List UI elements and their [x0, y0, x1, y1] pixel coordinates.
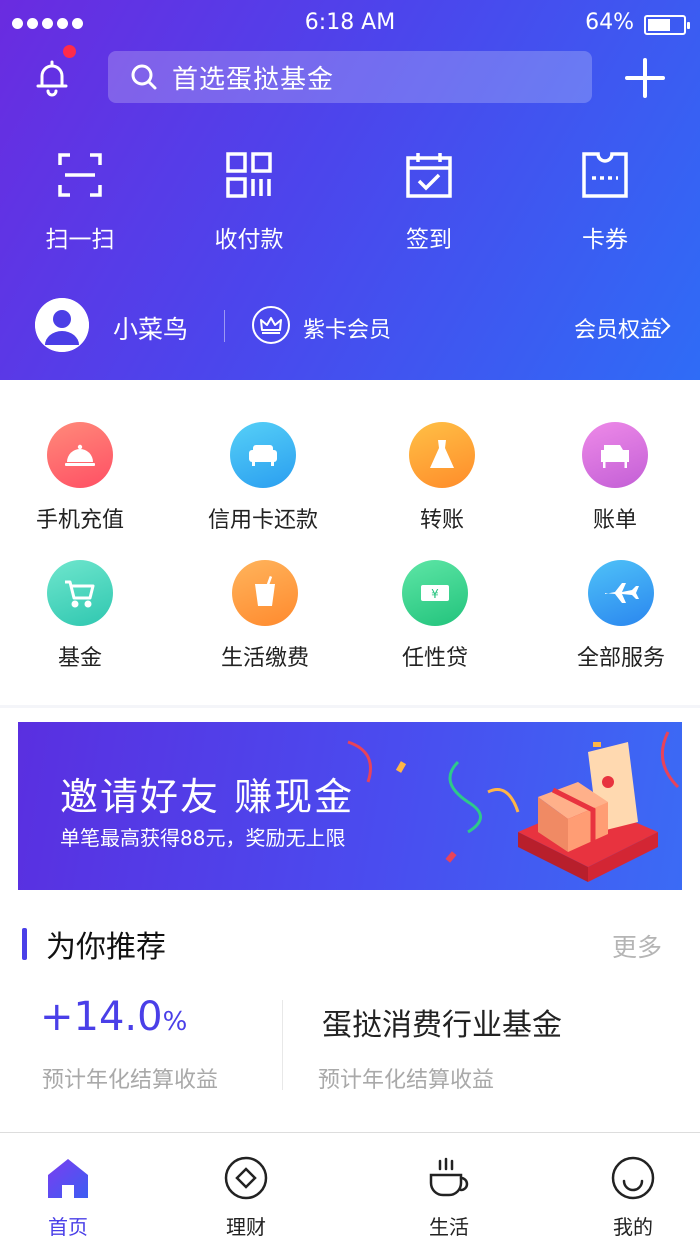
- quick-checkin-label: 签到: [406, 227, 452, 253]
- service-label: 生活缴费: [220, 646, 309, 671]
- service-label: 手机充值: [35, 508, 124, 533]
- search-bar[interactable]: 首选蛋挞基金: [108, 51, 592, 103]
- avatar[interactable]: [35, 298, 89, 352]
- ticket-icon: [582, 152, 628, 198]
- tab-finance[interactable]: 理财: [186, 1155, 306, 1240]
- divider: [224, 310, 225, 342]
- section-title: 为你推荐: [46, 930, 166, 965]
- crown-icon: [252, 306, 290, 344]
- status-bar: 6:18 AM 64%: [0, 0, 700, 48]
- recommend-section: 为你推荐 更多 +14.0% 预计年化结算收益 蛋挞消费行业基金 预计年化结算收…: [0, 908, 700, 1132]
- quick-checkin[interactable]: 签到: [359, 150, 499, 254]
- notification-badge: [63, 45, 76, 58]
- service-label: 任性贷: [401, 646, 468, 671]
- quick-coupon[interactable]: 卡券: [535, 150, 675, 254]
- rate-caption: 预计年化结算收益: [42, 1068, 219, 1093]
- member-benefits-link[interactable]: 会员权益: [574, 312, 662, 344]
- drink-icon: [232, 560, 298, 626]
- cloche-icon: [47, 422, 113, 488]
- service-transfer[interactable]: 转账: [357, 422, 527, 534]
- service-bill[interactable]: 账单: [530, 422, 700, 534]
- service-mobile-topup[interactable]: 手机充值: [0, 422, 165, 534]
- more-link[interactable]: 更多: [612, 928, 662, 964]
- svg-text:¥: ¥: [431, 587, 439, 601]
- finance-icon: [224, 1156, 268, 1200]
- fund-name[interactable]: 蛋挞消费行业基金: [322, 1000, 562, 1044]
- service-loan[interactable]: ¥ 任性贷: [350, 560, 520, 672]
- calendar-check-icon: [406, 153, 452, 198]
- tab-home[interactable]: 首页: [8, 1155, 128, 1240]
- service-label: 全部服务: [576, 646, 665, 671]
- airplane-icon: [588, 560, 654, 626]
- rate-unit: %: [162, 1007, 188, 1037]
- tab-life[interactable]: 生活: [389, 1155, 509, 1240]
- search-input[interactable]: 首选蛋挞基金: [172, 59, 334, 96]
- coffee-cup-icon: [429, 1157, 469, 1197]
- smiley-icon: [611, 1156, 655, 1200]
- tab-label: 理财: [226, 1215, 266, 1239]
- battery-percentage: 64%: [585, 10, 634, 35]
- tab-label: 首页: [48, 1215, 88, 1239]
- gift-illustration: [347, 731, 680, 882]
- home-icon: [48, 1159, 88, 1198]
- user-avatar-icon: [35, 298, 89, 352]
- dress-icon: [409, 422, 475, 488]
- qr-payment-icon: [226, 152, 272, 198]
- banner-section: 邀请好友 赚现金 单笔最高获得88元，奖励无上限: [0, 708, 700, 908]
- bell-icon[interactable]: [30, 56, 74, 100]
- section-accent-bar: [22, 928, 27, 960]
- service-label: 基金: [57, 646, 102, 671]
- quick-payment[interactable]: 收付款: [179, 150, 319, 254]
- divider: [282, 1000, 283, 1090]
- sofa-icon: [230, 422, 296, 488]
- service-label: 信用卡还款: [207, 508, 318, 533]
- scan-icon: [58, 153, 102, 197]
- service-fund[interactable]: 基金: [0, 560, 165, 672]
- search-icon: [131, 64, 157, 90]
- service-all[interactable]: 全部服务: [536, 560, 700, 672]
- quick-payment-label: 收付款: [214, 227, 284, 253]
- member-tier[interactable]: 紫卡会员: [303, 312, 391, 344]
- quick-scan[interactable]: 扫一扫: [10, 150, 150, 254]
- tab-bar: 首页 理财 生活 我的: [0, 1132, 700, 1245]
- header: 6:18 AM 64% 首选蛋挞基金 扫一扫 收付款 签到 卡券 小菜鸟 紫卡会…: [0, 0, 700, 380]
- service-label: 账单: [592, 508, 637, 533]
- tab-label: 生活: [429, 1215, 469, 1239]
- promo-banner[interactable]: 邀请好友 赚现金 单笔最高获得88元，奖励无上限: [18, 722, 682, 890]
- tab-label: 我的: [613, 1215, 653, 1239]
- username: 小菜鸟: [113, 315, 189, 344]
- battery-icon: [644, 15, 690, 35]
- quick-scan-label: 扫一扫: [45, 227, 115, 253]
- cart-icon: [47, 560, 113, 626]
- banner-title: 邀请好友 赚现金: [60, 775, 355, 819]
- services-grid: 手机充值 信用卡还款 转账 账单 基金 生活缴费 ¥ 任性贷 全部服务: [0, 380, 700, 705]
- return-rate[interactable]: +14.0%: [40, 994, 187, 1040]
- rate-value: +14.0: [40, 994, 163, 1040]
- banner-subtitle: 单笔最高获得88元，奖励无上限: [60, 826, 346, 850]
- yen-ticket-icon: ¥: [402, 560, 468, 626]
- piano-icon: [582, 422, 648, 488]
- quick-coupon-label: 卡券: [582, 227, 628, 253]
- service-credit-repay[interactable]: 信用卡还款: [178, 422, 348, 534]
- member-bar: 小菜鸟 紫卡会员 会员权益: [0, 298, 700, 358]
- service-utilities[interactable]: 生活缴费: [180, 560, 350, 672]
- service-label: 转账: [419, 508, 464, 533]
- tab-mine[interactable]: 我的: [573, 1155, 693, 1240]
- add-icon[interactable]: [624, 57, 666, 99]
- fund-caption: 预计年化结算收益: [318, 1068, 495, 1093]
